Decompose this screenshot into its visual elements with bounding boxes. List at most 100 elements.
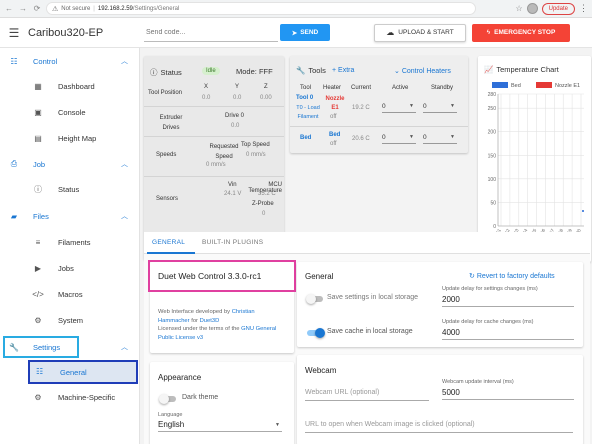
sidebar-item-jobs[interactable]: ▶ Jobs: [0, 256, 140, 280]
star-icon[interactable]: ☆: [515, 4, 522, 13]
back-icon[interactable]: ←: [4, 4, 14, 14]
sidebar-item-status[interactable]: ⓘ Status: [0, 177, 140, 201]
duet3d-link[interactable]: Duet3D: [200, 318, 220, 324]
sidebar-item-machine-specific[interactable]: ⚙ Machine-Specific: [0, 385, 140, 409]
avatar[interactable]: [526, 3, 538, 14]
forward-icon[interactable]: →: [18, 4, 28, 14]
appearance-card: Appearance Dark theme Language English ▼: [150, 362, 294, 444]
url-text: 192.168.2.59/Settings/General: [97, 5, 180, 12]
upload-start-button[interactable]: ☁ UPLOAD & START: [374, 23, 466, 42]
tool0-standby-select[interactable]: 0 ▼: [423, 103, 457, 113]
bed-standby-select[interactable]: 0 ▼: [423, 134, 457, 144]
save-local-label: Save settings in local storage: [327, 294, 419, 301]
sidebar-item-macros[interactable]: </> Macros: [0, 282, 140, 306]
chevron-up-icon: ︿: [121, 58, 128, 65]
sidebar-item-label: System: [58, 315, 84, 325]
about-card: Duet Web Control 3.3.0-rc1 Web Interface…: [148, 260, 296, 353]
estop-label: EMERGENCY STOP: [494, 29, 556, 36]
chevron-up-icon: ︿: [121, 213, 128, 220]
cloud-upload-icon: ☁: [386, 28, 395, 37]
about-text: Web Interface developed by Christian Ham…: [158, 309, 277, 341]
sensors-label: Sensors: [156, 196, 179, 202]
emergency-stop-button[interactable]: ϟ EMERGENCY STOP: [472, 23, 570, 42]
tools-title: 🔧 Tools: [296, 66, 326, 75]
reload-icon[interactable]: ⟳: [32, 4, 42, 14]
legend-bed-label: Bed: [511, 83, 521, 89]
hamburger-menu-icon[interactable]: ☰: [0, 26, 28, 40]
code-input[interactable]: [144, 23, 278, 42]
sidebar-item-dashboard[interactable]: ▦ Dashboard: [0, 74, 140, 98]
sidebar-section-control[interactable]: ☷ Control ︿: [0, 50, 140, 72]
sidebar: ☷ Control ︿ ▦ Dashboard ▣ Console ▤ Heig…: [0, 48, 140, 444]
axis-z-value: 0.00: [260, 95, 272, 101]
dropdown-arrow-icon: ▼: [409, 134, 414, 140]
webcam-url-input[interactable]: Webcam URL (optional): [305, 389, 379, 396]
bed-heater[interactable]: Bed: [329, 132, 340, 138]
webcam-click-url-input[interactable]: URL to open when Webcam image is clicked…: [305, 421, 475, 428]
tab-general[interactable]: GENERAL: [152, 239, 185, 246]
sidebar-item-system[interactable]: ⚙ System: [0, 308, 140, 332]
axis-x-label: X: [204, 84, 209, 90]
input-underline: [305, 400, 429, 401]
info-icon: ⓘ: [34, 184, 42, 194]
dark-theme-toggle[interactable]: [159, 394, 176, 404]
tool-position-label: Tool Position: [148, 90, 183, 96]
tool0-heater-state: off: [330, 114, 337, 120]
sidebar-item-general[interactable]: ☷ General: [28, 360, 138, 384]
divider: [144, 176, 284, 177]
browser-toolbar: ← → ⟳ ⚠ Not secure | 192.168.2.59/Settin…: [0, 0, 592, 18]
requested-speed-label: Requested Speed: [209, 144, 239, 160]
tool0-load-filament[interactable]: T0 - Load Filament: [294, 104, 322, 122]
dropdown-arrow-icon: ▼: [275, 422, 280, 428]
tool0-name[interactable]: Tool 0: [296, 95, 313, 101]
upload-label: UPLOAD & START: [398, 29, 454, 36]
status-card: ⓘ Status Idle Mode: FFF Tool Position X …: [144, 56, 284, 260]
webcam-interval-input[interactable]: 5000: [442, 388, 574, 400]
restore-icon: ↻: [469, 273, 475, 280]
y-tick-label: 150: [488, 153, 497, 159]
address-bar[interactable]: ⚠ Not secure | 192.168.2.59/Settings/Gen…: [46, 2, 476, 15]
play-icon: ▶: [34, 263, 42, 273]
main-content: ⓘ Status Idle Mode: FFF Tool Position X …: [141, 48, 592, 444]
section-label: Control: [33, 56, 58, 66]
extra-button[interactable]: + Extra: [332, 67, 354, 74]
send-icon: ➤: [291, 29, 298, 37]
y-tick-label: 280: [488, 92, 497, 98]
cache-delay-input[interactable]: 4000: [442, 328, 574, 340]
speeds-label: Speeds: [156, 152, 177, 158]
sliders-icon: ☷: [36, 367, 44, 376]
bed-active-select[interactable]: 0 ▼: [382, 134, 416, 144]
legend-bed-swatch: [492, 82, 508, 88]
save-local-storage-toggle[interactable]: [306, 294, 323, 304]
tools-title-text: Tools: [308, 66, 326, 75]
tool0-heater[interactable]: Nozzle E1: [324, 95, 346, 113]
language-value: English: [158, 420, 185, 429]
sidebar-section-job[interactable]: ⎙ Job ︿: [0, 153, 140, 175]
divider: [290, 126, 468, 127]
sidebar-section-files[interactable]: ▰ Files ︿: [0, 205, 140, 227]
axis-z-label: Z: [264, 84, 268, 90]
settings-delay-input[interactable]: 2000: [442, 295, 574, 307]
send-button[interactable]: ➤ SEND: [280, 24, 330, 41]
sidebar-item-heightmap[interactable]: ▤ Height Map: [0, 126, 140, 150]
more-menu-icon[interactable]: ⋮: [579, 3, 588, 14]
sidebar-item-label: Macros: [58, 289, 83, 299]
save-cache-toggle[interactable]: [307, 328, 325, 338]
update-button[interactable]: Update: [541, 2, 575, 15]
sidebar-item-filaments[interactable]: ≡ Filaments: [0, 230, 140, 254]
y-tick-label: 50: [490, 200, 496, 206]
tool0-active-select[interactable]: 0 ▼: [382, 103, 416, 113]
language-select[interactable]: English ▼: [158, 420, 282, 432]
y-tick-label: 100: [488, 177, 497, 183]
revert-defaults-button[interactable]: ↻ Revert to factory defaults: [469, 272, 555, 280]
toggle-knob: [315, 328, 325, 338]
control-heaters-button[interactable]: ⌄ Control Heaters: [394, 67, 451, 75]
bed-name[interactable]: Bed: [300, 135, 311, 141]
zprobe-value: 0: [262, 211, 266, 217]
sidebar-item-console[interactable]: ▣ Console: [0, 100, 140, 124]
legend-nozzle-label: Nozzle E1: [555, 83, 580, 89]
tab-built-in-plugins[interactable]: BUILT-IN PLUGINS: [202, 239, 263, 246]
app-bar: ☰ Caribou320-EP ➤ SEND ☁ UPLOAD & START …: [0, 18, 592, 48]
requested-speed-value: 0 mm/s: [206, 162, 226, 168]
code-icon: </>: [32, 289, 44, 299]
